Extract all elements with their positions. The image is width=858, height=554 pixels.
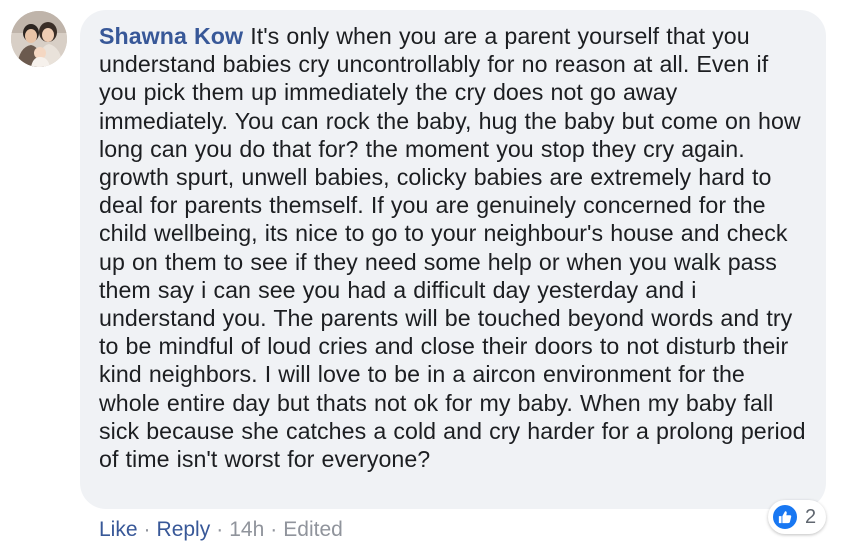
separator: · [216, 518, 224, 541]
comment-actions: Like · Reply · 14h · Edited [99, 517, 343, 543]
comment: Shawna Kow It's only when you are a pare… [0, 0, 858, 554]
avatar[interactable] [11, 11, 67, 67]
author-name[interactable]: Shawna Kow [99, 23, 243, 49]
like-button[interactable]: Like [99, 518, 138, 541]
timestamp[interactable]: 14h [229, 518, 264, 541]
edited-label[interactable]: Edited [283, 518, 343, 541]
comment-text: It's only when you are a parent yourself… [99, 23, 806, 473]
reaction-count: 2 [805, 505, 817, 528]
separator: · [270, 518, 278, 541]
reply-button[interactable]: Reply [157, 518, 211, 541]
separator: · [143, 518, 151, 541]
thumbs-up-icon [771, 503, 799, 531]
comment-body: Shawna Kow It's only when you are a pare… [99, 22, 808, 473]
user-avatar-photo-icon [11, 11, 67, 67]
comment-bubble: Shawna Kow It's only when you are a pare… [80, 10, 826, 509]
reaction-summary[interactable]: 2 [768, 500, 827, 534]
